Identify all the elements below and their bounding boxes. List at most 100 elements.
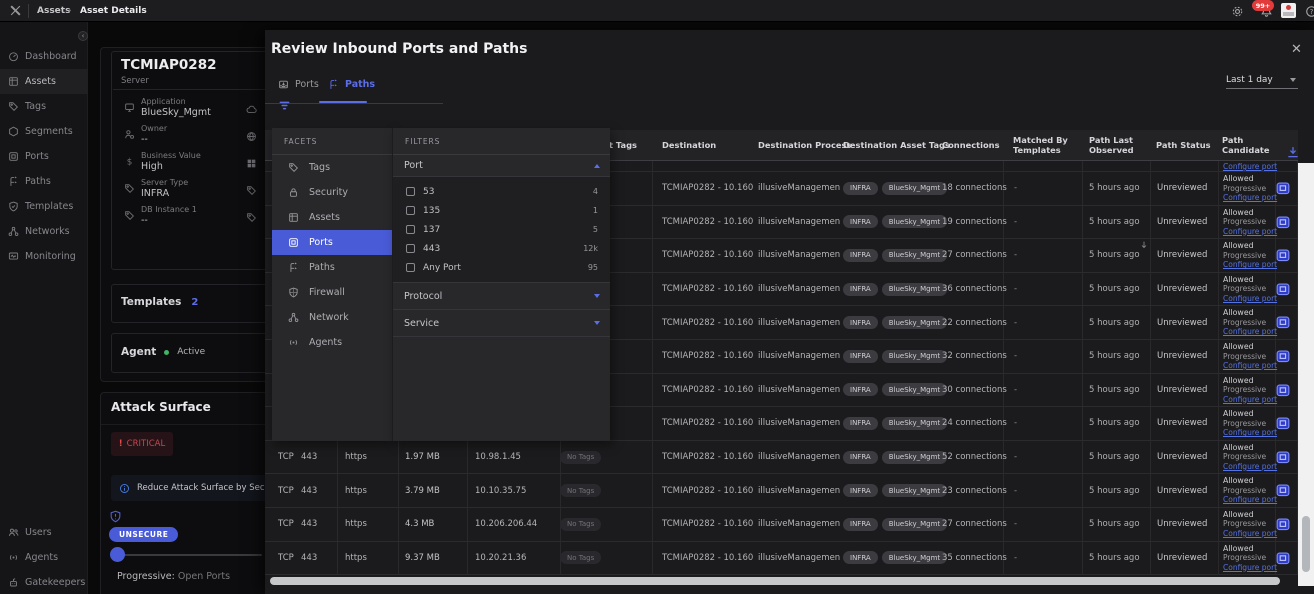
configure-port-link[interactable]: Configure port	[1223, 327, 1277, 337]
checkbox[interactable]	[406, 225, 415, 234]
recommendation-icon[interactable]	[1276, 340, 1290, 373]
configure-port-link[interactable]: Configure port	[1223, 361, 1277, 371]
filter-section-service[interactable]: Service	[393, 310, 610, 337]
col-path-status[interactable]: Path Status	[1156, 140, 1211, 150]
configure-port-link[interactable]: Configure port	[1223, 462, 1277, 472]
recommendation-icon[interactable]	[1276, 273, 1290, 306]
checkbox[interactable]	[406, 206, 415, 215]
modal-title: Review Inbound Ports and Paths	[271, 41, 527, 57]
recommendation-icon[interactable]	[1276, 374, 1290, 407]
horizontal-scrollbar-thumb[interactable]	[270, 577, 1280, 585]
user-avatar[interactable]	[1281, 3, 1296, 18]
sidebar-item-tags[interactable]: Tags	[0, 94, 88, 119]
filter-section-protocol[interactable]: Protocol	[393, 283, 610, 310]
recommendation-icon[interactable]	[1276, 206, 1290, 239]
configure-port-link[interactable]: Configure port	[1223, 529, 1277, 539]
col-destination[interactable]: Destination	[662, 140, 716, 150]
filter-option-135[interactable]: 135 1	[393, 201, 610, 220]
policy-slider-track[interactable]	[112, 554, 262, 556]
facet-agents[interactable]: Agents	[272, 330, 392, 355]
facet-paths[interactable]: Paths	[272, 255, 392, 280]
cell-source-tags: No Tags	[560, 474, 601, 507]
settings-gear-icon[interactable]	[1231, 5, 1244, 18]
configure-port-link[interactable]: Configure port	[1223, 162, 1277, 171]
configure-port-link[interactable]: Configure port	[1223, 193, 1277, 203]
sidebar-item-ports[interactable]: Ports	[0, 144, 88, 169]
filter-section-port[interactable]: Port	[393, 155, 610, 176]
table-row[interactable]: TCP 443 https 1.97 MB 10.98.1.45 No Tags…	[265, 441, 1298, 475]
recommendation-icon[interactable]	[1276, 172, 1290, 205]
configure-port-link[interactable]: Configure port	[1223, 563, 1277, 573]
col-connections[interactable]: Connections	[942, 140, 1000, 150]
filter-option-443[interactable]: 443 12k	[393, 239, 610, 258]
recommendation-icon[interactable]	[1276, 441, 1290, 474]
tab-paths[interactable]: Paths	[328, 79, 375, 90]
sidebar-item-monitoring[interactable]: Monitoring	[0, 244, 88, 269]
facet-tags[interactable]: Tags	[272, 155, 392, 180]
app-logo-icon[interactable]	[9, 4, 22, 17]
configure-port-link[interactable]: Configure port	[1223, 260, 1277, 270]
sidebar-item-label: Dashboard	[25, 51, 77, 62]
checkbox[interactable]	[406, 263, 415, 272]
facet-firewall[interactable]: Firewall	[272, 280, 392, 305]
configure-port-link[interactable]: Configure port	[1223, 495, 1277, 505]
filter-icon[interactable]	[278, 100, 291, 111]
cell-path-status: Unreviewed	[1157, 542, 1207, 575]
table-row[interactable]: TCP 443 https 3.79 MB 10.10.35.75 No Tag…	[265, 474, 1298, 508]
filter-option-137[interactable]: 137 5	[393, 220, 610, 239]
filter-option-53[interactable]: 53 4	[393, 182, 610, 201]
sidebar-item-gatekeepers[interactable]: Gatekeepers	[0, 570, 88, 594]
sidebar-item-assets[interactable]: Assets	[0, 69, 88, 94]
sidebar-item-paths[interactable]: Paths	[0, 169, 88, 194]
infra-tag-pill: INFRA	[843, 451, 878, 464]
breadcrumb-assets[interactable]: Assets	[37, 6, 70, 16]
vertical-scrollbar[interactable]	[1298, 163, 1314, 586]
close-icon[interactable]: ✕	[1291, 42, 1302, 57]
recommendation-icon[interactable]	[1276, 306, 1290, 339]
facet-ports[interactable]: Ports	[272, 230, 392, 255]
checkbox[interactable]	[406, 187, 415, 196]
export-download-icon[interactable]	[1286, 145, 1300, 159]
recommendation-icon[interactable]	[1276, 407, 1290, 440]
sidebar-collapse-button[interactable]: ‹	[78, 31, 88, 41]
facet-security[interactable]: Security	[272, 180, 392, 205]
policy-slider-knob[interactable]	[110, 547, 125, 562]
col-path-last-observed[interactable]: Path Last Observed	[1089, 135, 1141, 155]
configure-port-link[interactable]: Configure port	[1223, 227, 1277, 237]
col-matched-by-templates[interactable]: Matched By Templates	[1013, 135, 1081, 155]
table-row[interactable]: TCP 443 https 4.3 MB 10.206.206.44 No Ta…	[265, 508, 1298, 542]
table-row[interactable]: TCP 443 https 9.37 MB 10.20.21.36 No Tag…	[265, 542, 1298, 576]
tab-ports[interactable]: Ports	[278, 79, 319, 90]
configure-port-link[interactable]: Configure port	[1223, 428, 1277, 438]
sidebar-item-segments[interactable]: Segments	[0, 119, 88, 144]
filter-option-any-port[interactable]: Any Port 95	[393, 258, 610, 277]
cell-protocol: TCP	[278, 474, 294, 507]
sidebar-item-icon	[8, 76, 19, 87]
sidebar-item-networks[interactable]: Networks	[0, 219, 88, 244]
time-range-select[interactable]: Last 1 day	[1226, 72, 1298, 89]
recommendation-icon[interactable]	[1276, 542, 1290, 575]
configure-port-link[interactable]: Configure port	[1223, 294, 1277, 304]
col-destination-asset-tags[interactable]: Destination Asset Tags	[843, 140, 950, 150]
sidebar-item-users[interactable]: Users	[0, 520, 88, 545]
cell-destination-tags: INFRA BlueSky_Mgmt	[843, 542, 947, 575]
help-icon[interactable]: ?	[1305, 5, 1314, 18]
bluesky-tag-pill: BlueSky_Mgmt	[882, 283, 947, 296]
recommendation-icon[interactable]	[1276, 474, 1290, 507]
sort-descending-icon[interactable]	[1139, 240, 1149, 250]
sidebar-item-agents[interactable]: Agents	[0, 545, 88, 570]
configure-port-link[interactable]: Configure port	[1223, 395, 1277, 405]
vertical-scrollbar-thumb[interactable]	[1302, 516, 1310, 572]
sidebar-item-dashboard[interactable]: Dashboard	[0, 44, 88, 69]
option-count: 95	[588, 263, 598, 272]
facet-network[interactable]: Network	[272, 305, 392, 330]
cell-path-candidate-status: Allowed Progressive Configure port	[1223, 508, 1281, 541]
sidebar-item-templates[interactable]: Templates	[0, 194, 88, 219]
facet-assets[interactable]: Assets	[272, 205, 392, 230]
recommendation-icon[interactable]	[1276, 508, 1290, 541]
asset-field-icon	[124, 183, 135, 194]
col-destination-process[interactable]: Destination Process	[758, 140, 851, 150]
recommendation-icon[interactable]	[1276, 239, 1290, 272]
col-path-candidate-status[interactable]: Path Candidate Status	[1222, 135, 1280, 156]
checkbox[interactable]	[406, 244, 415, 253]
